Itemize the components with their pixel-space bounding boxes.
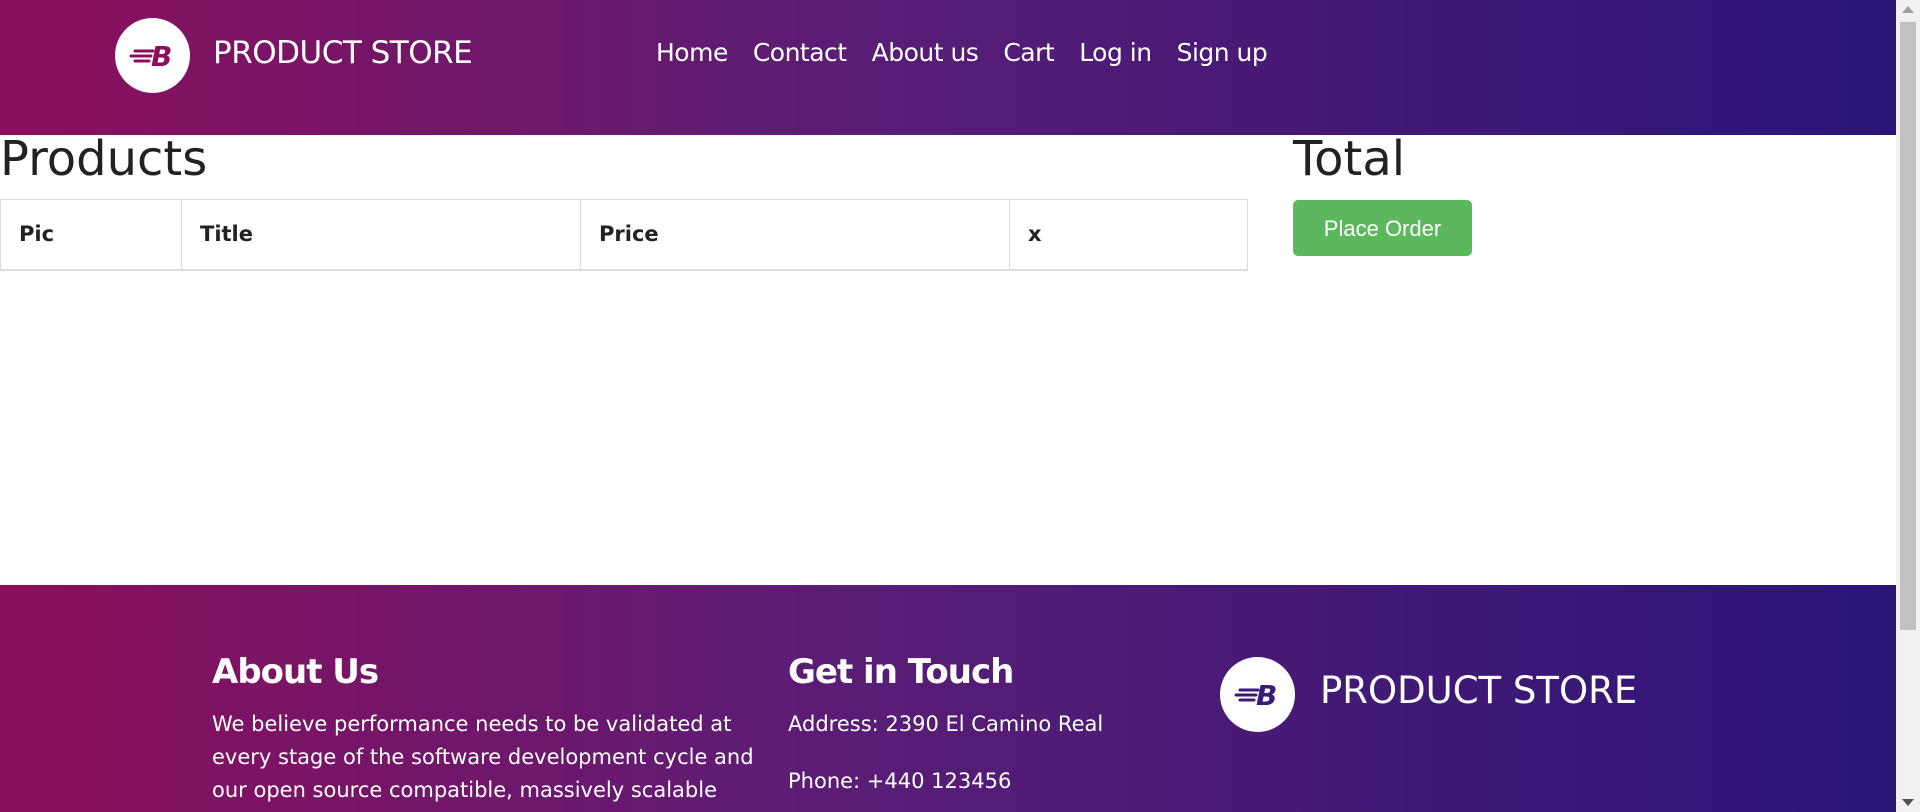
svg-text:B: B [151, 40, 172, 73]
contact-phone: Phone: +440 123456 [788, 769, 1012, 793]
column-header-delete: x [1028, 222, 1042, 246]
about-us-line-2: every stage of the software development … [212, 745, 754, 769]
footer-brand: PRODUCT STORE [1320, 669, 1638, 712]
main-nav: Home Contact About us Cart Log in Sign u… [656, 38, 1268, 67]
nav-home[interactable]: Home [656, 38, 728, 67]
get-in-touch-heading: Get in Touch [788, 652, 1014, 692]
scroll-down-arrow-icon[interactable] [1902, 799, 1914, 806]
footer: About Us We believe performance needs to… [0, 585, 1896, 812]
place-order-button[interactable]: Place Order [1293, 200, 1472, 256]
products-heading: Products [0, 131, 208, 187]
svg-text:B: B [1256, 679, 1277, 712]
nav-sign-up[interactable]: Sign up [1177, 38, 1268, 67]
scroll-thumb[interactable] [1900, 22, 1916, 630]
column-header-title: Title [182, 200, 581, 269]
cart-table-header: Pic Title Price x [0, 199, 1248, 271]
contact-address: Address: 2390 El Camino Real [788, 712, 1104, 736]
nav-contact[interactable]: Contact [753, 38, 847, 67]
column-header-price: Price [581, 200, 1010, 269]
logo-icon[interactable]: B [115, 18, 190, 93]
nav-about-us[interactable]: About us [872, 38, 979, 67]
about-us-line-1: We believe performance needs to be valid… [212, 712, 732, 736]
vertical-scrollbar[interactable] [1896, 0, 1920, 812]
navbar: B PRODUCT STORE Home Contact About us Ca… [0, 0, 1896, 135]
column-header-pic: Pic [1, 200, 182, 269]
about-us-heading: About Us [212, 652, 379, 692]
footer-logo-icon: B [1220, 657, 1295, 732]
brand-title[interactable]: PRODUCT STORE [213, 35, 473, 71]
nav-log-in[interactable]: Log in [1079, 38, 1152, 67]
scroll-up-arrow-icon[interactable] [1902, 6, 1914, 13]
about-us-line-3: our open source compatible, massively sc… [212, 778, 717, 802]
nav-cart[interactable]: Cart [1003, 38, 1054, 67]
total-heading: Total [1293, 131, 1406, 187]
